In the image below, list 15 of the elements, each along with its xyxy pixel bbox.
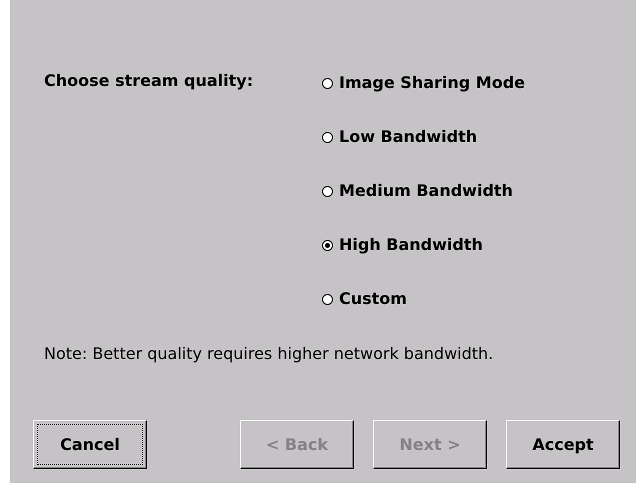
radio-option[interactable]: Low Bandwidth <box>322 127 526 147</box>
option-label: High Bandwidth <box>339 235 483 255</box>
radio-button[interactable] <box>322 78 333 88</box>
cancel-button[interactable]: Cancel <box>33 420 147 469</box>
radio-option[interactable]: High Bandwidth <box>322 235 526 255</box>
note-text: Note: Better quality requires higher network bandwidth. <box>44 344 494 364</box>
radio-button[interactable] <box>322 294 333 304</box>
prompt-label: Choose stream quality: <box>44 70 254 92</box>
radio-button[interactable] <box>322 240 333 250</box>
option-label: Low Bandwidth <box>339 127 478 147</box>
accept-button[interactable]: Accept <box>506 420 620 469</box>
radio-button[interactable] <box>322 132 333 142</box>
radio-option[interactable]: Custom <box>322 289 526 309</box>
option-label: Custom <box>339 289 407 309</box>
radio-button[interactable] <box>322 186 333 196</box>
